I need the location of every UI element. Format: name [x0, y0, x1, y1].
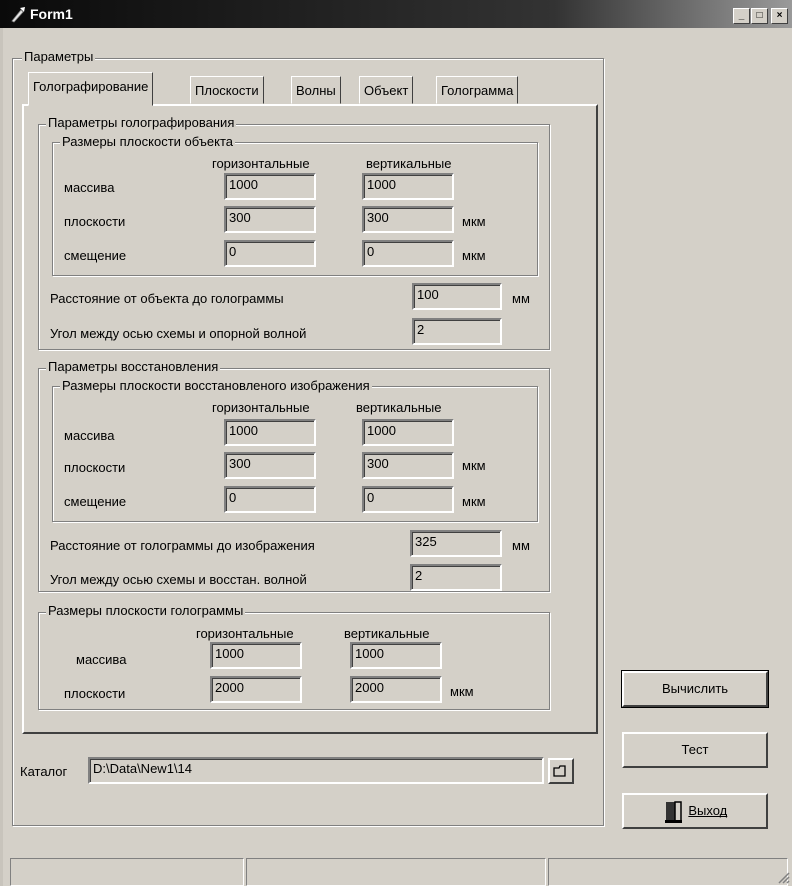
- object-offset-v-field[interactable]: 0: [362, 240, 454, 267]
- image-offset-unit: мкм: [462, 494, 486, 509]
- image-array-label: массива: [64, 428, 115, 443]
- object-plane-label: Размеры плоскости объекта: [60, 134, 235, 149]
- reconstruction-angle-label: Угол между осью схемы и восстан. волной: [50, 572, 307, 587]
- minimize-button[interactable]: _: [733, 8, 750, 24]
- image-distance-label: Расстояние от голограммы до изображения: [50, 538, 315, 553]
- exit-button-label: Выход: [688, 803, 728, 818]
- object-plane-col-horizontal: горизонтальные: [212, 156, 310, 171]
- tab-holography[interactable]: Голографирование: [28, 72, 154, 106]
- hologram-plane-col-horizontal: горизонтальные: [196, 626, 294, 641]
- status-panel-1: [10, 858, 244, 886]
- object-offset-h-field[interactable]: 0: [224, 240, 316, 267]
- object-array-h-field[interactable]: 1000: [224, 173, 316, 200]
- object-plane-h-field[interactable]: 300: [224, 206, 316, 233]
- hologram-array-h-field[interactable]: 1000: [210, 642, 302, 669]
- hologram-plane-col-vertical: вертикальные: [344, 626, 430, 641]
- status-panel-3: [548, 858, 788, 886]
- object-plane-size-label: плоскости: [64, 214, 126, 229]
- image-plane-col-vertical: вертикальные: [356, 400, 442, 415]
- image-plane-v-field[interactable]: 300: [362, 452, 454, 479]
- reconstruction-angle-field[interactable]: 2: [410, 564, 502, 591]
- object-array-label: массива: [64, 180, 115, 195]
- tab-hologram[interactable]: Голограмма: [436, 76, 519, 104]
- image-array-v-field[interactable]: 1000: [362, 419, 454, 446]
- test-button[interactable]: Тест: [622, 732, 768, 768]
- image-distance-unit: мм: [512, 538, 530, 553]
- compute-button[interactable]: Вычислить: [621, 670, 769, 708]
- reference-angle-field[interactable]: 2: [412, 318, 502, 345]
- object-offset-unit: мкм: [462, 248, 486, 263]
- status-panel-2: [246, 858, 546, 886]
- hologram-plane-size-label: плоскости: [64, 686, 126, 701]
- tab-object[interactable]: Объект: [359, 76, 414, 104]
- image-plane-col-horizontal: горизонтальные: [212, 400, 310, 415]
- image-offset-v-field[interactable]: 0: [362, 486, 454, 513]
- window-frame: [0, 28, 3, 886]
- catalog-path-field[interactable]: D:\Data\New1\14: [88, 757, 544, 784]
- params-group-label: Параметры: [22, 49, 96, 64]
- hologram-array-label: массива: [76, 652, 127, 667]
- image-array-h-field[interactable]: 1000: [224, 419, 316, 446]
- object-plane-v-field[interactable]: 300: [362, 206, 454, 233]
- tab-planes[interactable]: Плоскости: [190, 76, 264, 104]
- hologram-plane-v-field[interactable]: 2000: [350, 676, 442, 703]
- object-plane-col-vertical: вертикальные: [366, 156, 452, 171]
- close-button[interactable]: ×: [771, 8, 788, 24]
- object-array-v-field[interactable]: 1000: [362, 173, 454, 200]
- catalog-label: Каталог: [20, 764, 68, 779]
- app-icon: [11, 7, 25, 23]
- reference-angle-label: Угол между осью схемы и опорной волной: [50, 326, 307, 341]
- image-offset-label: смещение: [64, 494, 127, 509]
- title-bar: [0, 0, 792, 28]
- image-plane-size-label: плоскости: [64, 460, 126, 475]
- object-distance-label: Расстояние от объекта до голограммы: [50, 291, 284, 306]
- hologram-plane-unit: мкм: [450, 684, 474, 699]
- maximize-button[interactable]: □: [751, 8, 768, 24]
- image-offset-h-field[interactable]: 0: [224, 486, 316, 513]
- window-title: Form1: [30, 6, 73, 22]
- image-plane-unit: мкм: [462, 458, 486, 473]
- hologram-plane-h-field[interactable]: 2000: [210, 676, 302, 703]
- browse-folder-button[interactable]: [548, 758, 574, 784]
- image-plane-h-field[interactable]: 300: [224, 452, 316, 479]
- image-plane-label: Размеры плоскости восстановленого изобра…: [60, 378, 372, 393]
- reconstruction-params-label: Параметры восстановления: [46, 359, 221, 374]
- folder-icon: [553, 765, 566, 777]
- exit-button[interactable]: Выход: [622, 793, 768, 829]
- hologram-array-v-field[interactable]: 1000: [350, 642, 442, 669]
- object-plane-unit: мкм: [462, 214, 486, 229]
- image-distance-field[interactable]: 325: [410, 530, 502, 557]
- holography-params-label: Параметры голографирования: [46, 115, 237, 130]
- hologram-plane-label: Размеры плоскости голограммы: [46, 603, 246, 618]
- object-distance-unit: мм: [512, 291, 530, 306]
- object-distance-field[interactable]: 100: [412, 283, 502, 310]
- resize-grip-icon[interactable]: [774, 868, 790, 884]
- door-exit-icon: [664, 800, 682, 823]
- object-offset-label: смещение: [64, 248, 127, 263]
- tab-waves[interactable]: Волны: [291, 76, 341, 104]
